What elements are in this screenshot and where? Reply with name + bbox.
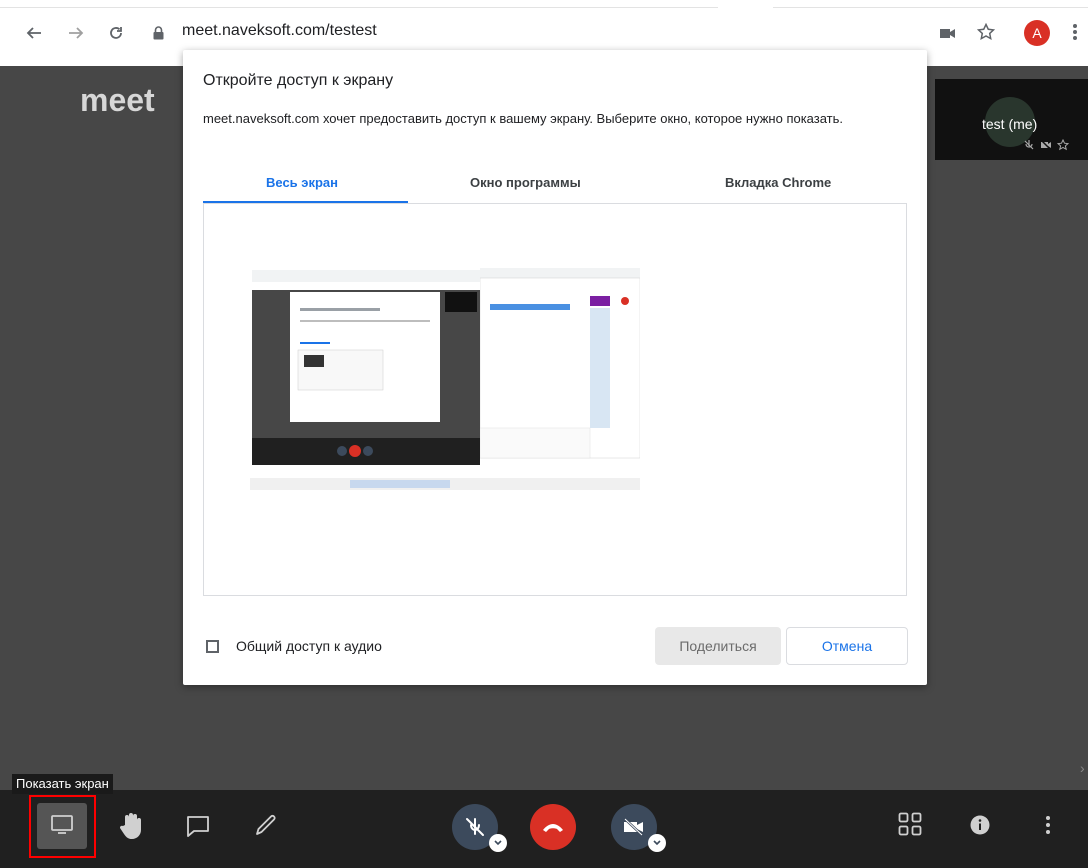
arrow-right-icon bbox=[69, 27, 84, 39]
video-off-small-icon bbox=[1040, 139, 1052, 151]
chat-icon[interactable] bbox=[186, 815, 210, 837]
hangup-icon bbox=[543, 824, 563, 832]
forward-button[interactable] bbox=[65, 22, 87, 44]
address-bar-url[interactable]: meet.naveksoft.com/testest bbox=[182, 22, 377, 40]
chevron-down-icon bbox=[494, 840, 502, 846]
reload-icon bbox=[110, 27, 122, 39]
self-view-thumbnail[interactable]: test (me) bbox=[935, 79, 1088, 160]
arrow-left-icon bbox=[26, 27, 41, 39]
more-vert-icon[interactable] bbox=[1045, 815, 1051, 835]
meet-logo: meet bbox=[80, 82, 155, 118]
share-button[interactable]: Поделиться bbox=[655, 627, 781, 665]
dialog-title: Откройте доступ к экрану bbox=[203, 72, 394, 89]
mic-options-button[interactable] bbox=[489, 834, 507, 852]
tabstrip-divider bbox=[0, 7, 718, 8]
hangup-button[interactable] bbox=[530, 804, 576, 850]
chevron-down-icon bbox=[653, 840, 661, 846]
video-options-button[interactable] bbox=[648, 834, 666, 852]
tab-chrome-tab[interactable]: Вкладка Chrome bbox=[725, 175, 831, 190]
grid-icon[interactable] bbox=[898, 812, 922, 836]
pencil-icon[interactable] bbox=[254, 813, 278, 837]
tabstrip-divider bbox=[773, 7, 1088, 8]
back-button[interactable] bbox=[23, 22, 45, 44]
participant-status-icons bbox=[1023, 139, 1069, 151]
screen-share-dialog: Откройте доступ к экрану meet.naveksoft.… bbox=[183, 50, 927, 685]
share-audio-label[interactable]: Общий доступ к аудио bbox=[236, 638, 382, 654]
cancel-button[interactable]: Отмена bbox=[786, 627, 908, 665]
info-icon[interactable] bbox=[970, 815, 990, 835]
dialog-description: meet.naveksoft.com хочет предоставить до… bbox=[203, 111, 844, 126]
star-small-icon bbox=[1057, 139, 1069, 151]
tab-entire-screen[interactable]: Весь экран bbox=[266, 175, 338, 190]
profile-avatar[interactable]: A bbox=[1024, 20, 1050, 46]
lock-icon bbox=[153, 26, 164, 40]
video-off-icon bbox=[624, 818, 643, 836]
share-screen-tooltip: Показать экран bbox=[12, 774, 113, 794]
chevron-right-icon[interactable]: › bbox=[1080, 760, 1085, 776]
tab-application-window[interactable]: Окно программы bbox=[470, 175, 581, 190]
star-icon[interactable] bbox=[977, 23, 995, 41]
hand-icon[interactable] bbox=[119, 812, 145, 840]
mic-off-small-icon bbox=[1024, 140, 1034, 150]
reload-button[interactable] bbox=[105, 22, 127, 44]
screen-preview-thumbnail[interactable] bbox=[250, 268, 640, 490]
kebab-menu-icon[interactable] bbox=[1072, 23, 1078, 41]
camera-icon[interactable] bbox=[940, 28, 956, 39]
participant-name: test (me) bbox=[982, 116, 1038, 132]
share-screen-highlight bbox=[29, 795, 96, 858]
mic-off-icon bbox=[466, 818, 484, 836]
screen-list bbox=[203, 203, 907, 596]
share-audio-checkbox[interactable] bbox=[206, 640, 219, 653]
